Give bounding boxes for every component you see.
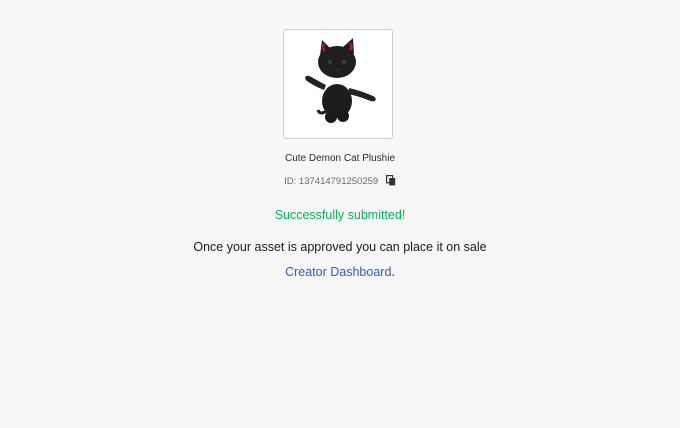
asset-thumbnail [283, 29, 393, 139]
asset-id: ID: 137414791250259 [284, 176, 379, 187]
creator-dashboard-link[interactable]: Creator Dashboard [285, 265, 391, 279]
approval-info-text: Once your asset is approved you can plac… [193, 240, 487, 254]
copy-icon[interactable] [385, 175, 396, 186]
dashboard-suffix: . [391, 265, 395, 279]
asset-name: Cute Demon Cat Plushie [284, 153, 396, 164]
success-message: Successfully submitted! [274, 208, 406, 222]
submission-confirmation-page: Cute Demon Cat Plushie ID: 1374147912502… [0, 0, 680, 428]
plushie-image [305, 38, 376, 123]
dashboard-link-row: Creator Dashboard. [0, 265, 680, 280]
asset-id-row: ID: 137414791250259 [0, 175, 680, 188]
